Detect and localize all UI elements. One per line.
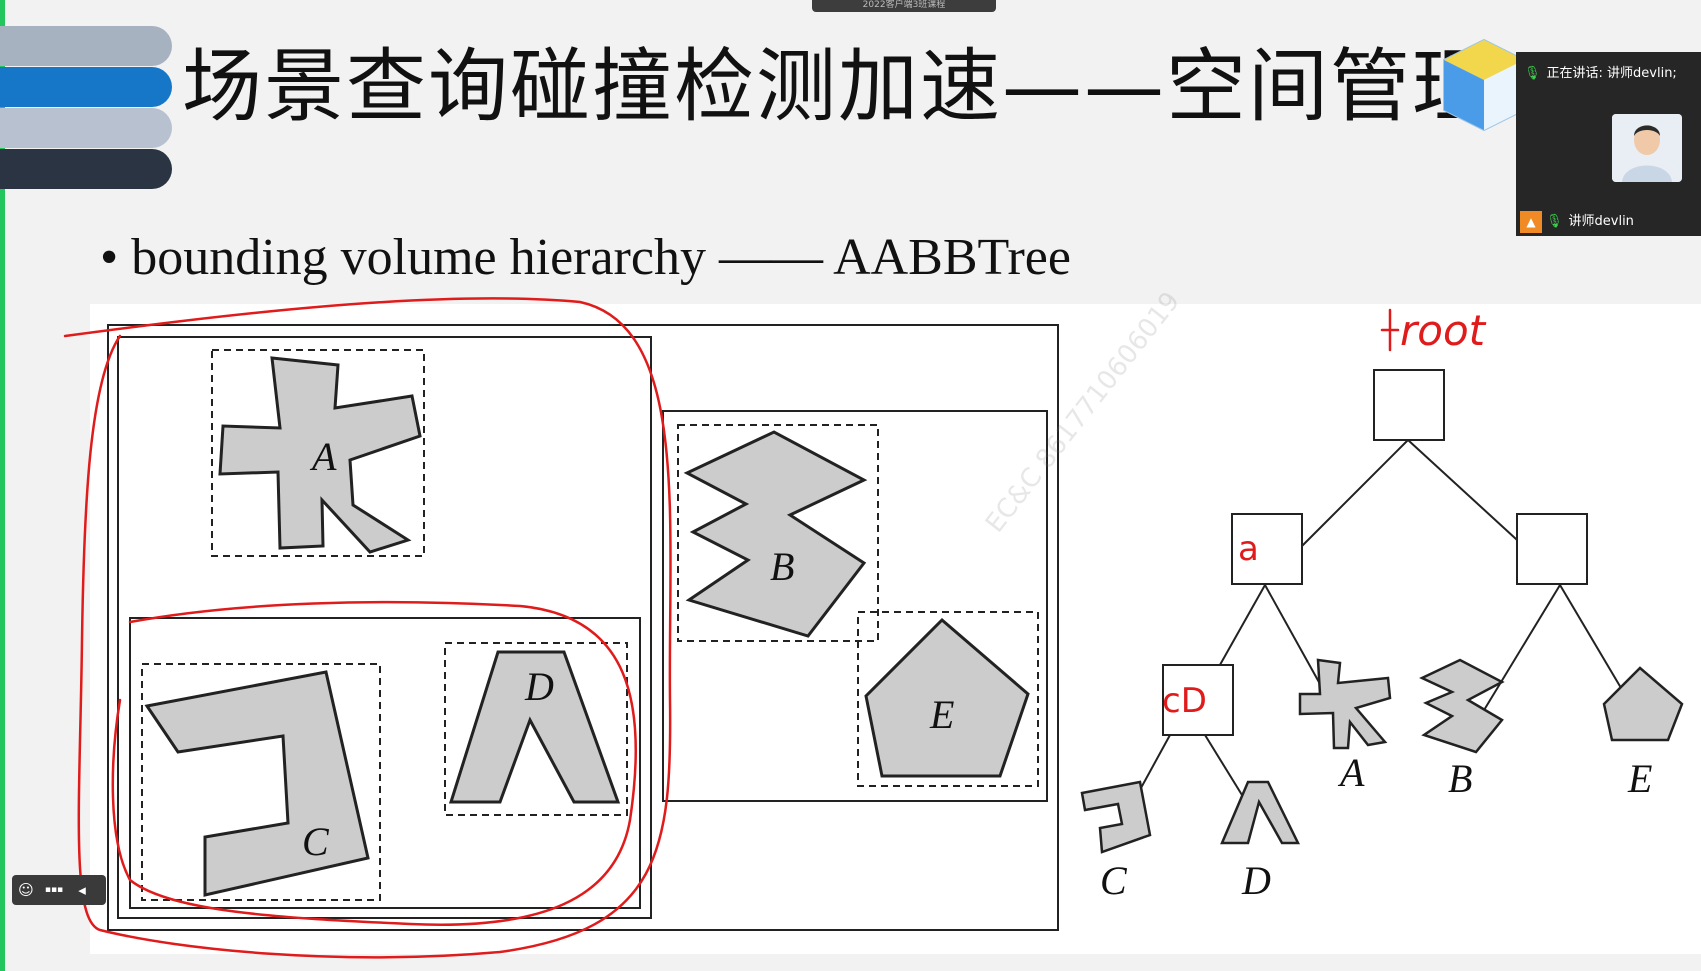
tree-label-a: A — [1337, 750, 1365, 795]
shape-label-a: A — [309, 434, 337, 479]
tree-label-c: C — [1100, 858, 1128, 903]
chat-icon[interactable]: ▪▪▪ — [40, 885, 68, 895]
emoji-icon[interactable]: ☺ — [12, 881, 40, 899]
tree-node-root — [1373, 369, 1445, 441]
tree-node-right — [1516, 513, 1588, 585]
person-icon: ▲ — [1520, 210, 1542, 233]
lecturer-name-text: 讲师devlin — [1568, 214, 1634, 229]
tree-label-b: B — [1448, 756, 1472, 801]
speaking-text: 正在讲话: 讲师devlin; — [1546, 66, 1677, 81]
tree-label-d: D — [1241, 858, 1271, 903]
annotation-node-left: a — [1238, 529, 1259, 569]
collapse-icon[interactable]: ◂ — [68, 881, 96, 899]
tree-label-e: E — [1627, 756, 1652, 801]
speaker-video-panel[interactable]: 🎙 正在讲话: 讲师devlin; ▲ 🎙 讲师devlin — [1516, 52, 1701, 236]
annotation-root: root — [1400, 306, 1487, 355]
annotation-node-cd: cD — [1162, 681, 1207, 721]
shape-label-c: C — [302, 819, 330, 864]
cube-logo — [1443, 38, 1525, 132]
shape-label-d: D — [524, 664, 554, 709]
shape-label-b: B — [770, 544, 794, 589]
lecturer-mic-icon: 🎙 — [1546, 214, 1563, 229]
mic-icon: 🎙 — [1524, 66, 1541, 81]
aabb-diagram: A B C D E A B E C D root a cD — [63, 38, 1701, 959]
speaker-avatar — [1612, 114, 1682, 182]
floating-toolbar: ☺ ▪▪▪ ◂ — [12, 875, 106, 905]
speaking-indicator: 🎙 正在讲话: 讲师devlin; — [1524, 62, 1677, 81]
shape-label-e: E — [929, 692, 954, 737]
lecturer-name: ▲ 🎙 讲师devlin — [1520, 210, 1634, 233]
